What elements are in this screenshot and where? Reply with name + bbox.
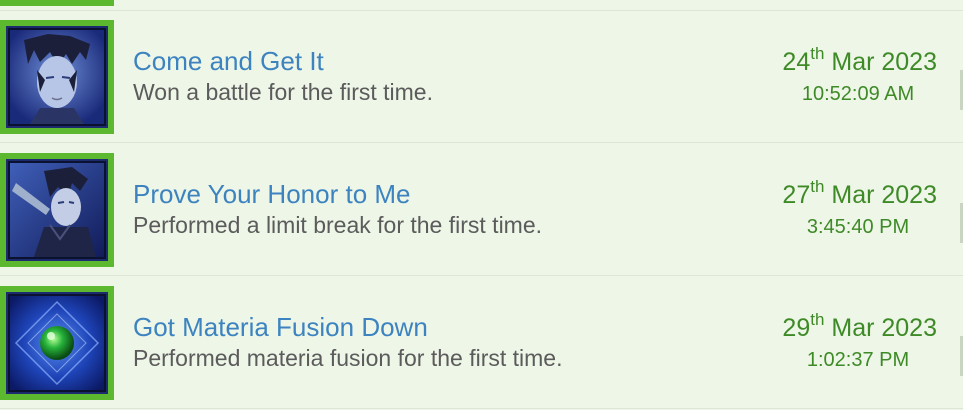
date-day-suffix: th bbox=[810, 177, 825, 196]
trophy-badge bbox=[0, 286, 114, 400]
trophy-title[interactable]: Prove Your Honor to Me bbox=[133, 179, 411, 210]
date-month-year: Mar 2023 bbox=[831, 181, 937, 209]
trophy-frame-partial bbox=[0, 0, 114, 6]
trophy-description: Performed materia fusion for the first t… bbox=[133, 345, 563, 371]
date-month-year: Mar 2023 bbox=[831, 314, 937, 342]
unlock-date: 24th Mar 2023 bbox=[697, 45, 937, 77]
trophy-badge bbox=[0, 153, 114, 267]
unlock-time-wrap: 1:02:37 PM bbox=[697, 349, 937, 372]
unlock-time: 1:02:37 PM bbox=[806, 349, 910, 371]
unlock-time: 3:45:40 PM bbox=[806, 216, 910, 238]
unlock-time: 10:52:09 AM bbox=[801, 83, 915, 105]
date-day: 24 bbox=[782, 48, 811, 76]
zack-limit-break-icon bbox=[10, 163, 104, 257]
trophy-description: Won a battle for the first time. bbox=[133, 79, 433, 105]
date-day-suffix: th bbox=[810, 44, 825, 63]
trophy-badge bbox=[0, 20, 114, 134]
date-day: 29 bbox=[782, 314, 811, 342]
trophy-row[interactable]: Got Materia Fusion Down Performed materi… bbox=[0, 276, 963, 409]
trophy-list: Come and Get It Won a battle for the fir… bbox=[0, 0, 963, 410]
date-day-suffix: th bbox=[810, 310, 825, 329]
trophy-title[interactable]: Come and Get It bbox=[133, 46, 324, 77]
trophy-title[interactable]: Got Materia Fusion Down bbox=[133, 312, 428, 343]
unlock-date: 27th Mar 2023 bbox=[697, 178, 937, 210]
unlock-time-wrap: 10:52:09 AM bbox=[697, 83, 937, 106]
date-month-year: Mar 2023 bbox=[831, 48, 937, 76]
green-materia-icon bbox=[10, 296, 104, 390]
unlock-time-wrap: 3:45:40 PM bbox=[697, 216, 937, 239]
unlock-date: 29th Mar 2023 bbox=[697, 311, 937, 343]
trophy-row[interactable]: Prove Your Honor to Me Performed a limit… bbox=[0, 143, 963, 276]
trophy-row[interactable]: Come and Get It Won a battle for the fir… bbox=[0, 10, 963, 143]
trophy-description: Performed a limit break for the first ti… bbox=[133, 212, 543, 238]
zack-portrait-icon bbox=[10, 30, 104, 124]
date-day: 27 bbox=[782, 181, 811, 209]
